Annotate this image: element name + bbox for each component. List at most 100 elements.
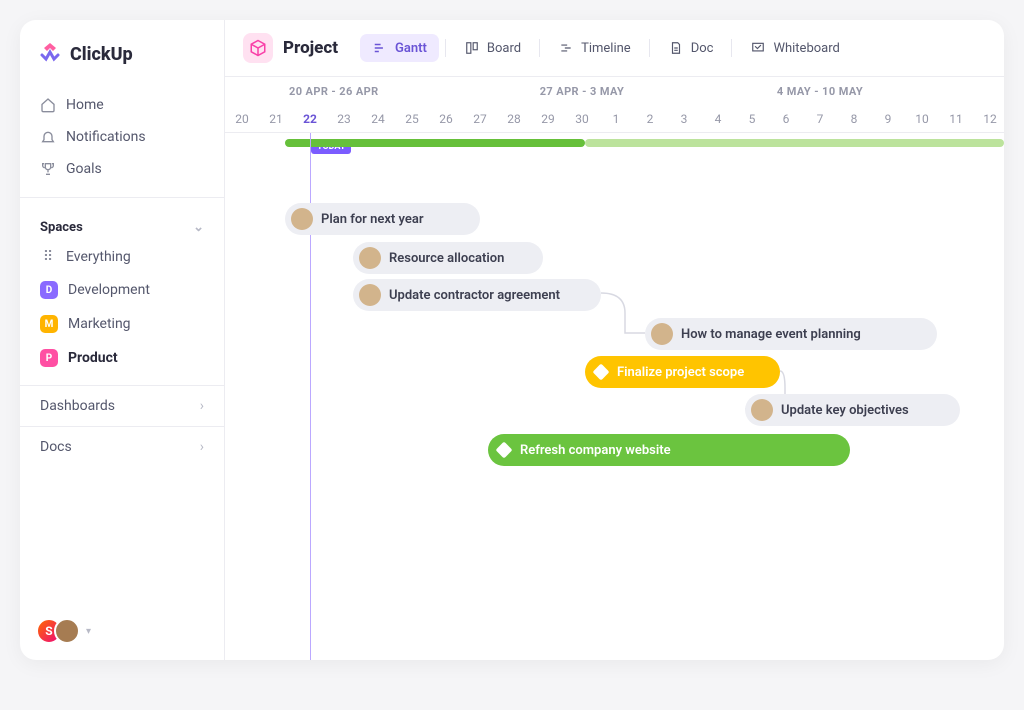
view-tabs: Gantt Board Timeline Doc [360,34,852,62]
task-label: How to manage event planning [681,327,861,342]
task-label: Finalize project scope [617,365,744,380]
project-title: Project [283,38,338,58]
task-bar[interactable]: Resource allocation [353,242,543,274]
day-cell: 30 [565,106,599,132]
task-bar[interactable]: Refresh company website [488,434,850,466]
menu-label: Dashboards [40,398,115,414]
day-cell: 9 [871,106,905,132]
chevron-right-icon: › [200,439,204,455]
clickup-logo-icon [38,40,62,69]
nav-goals[interactable]: Goals [34,153,210,185]
week-cell: 20 APR - 26 APR [225,77,463,106]
day-cell: 27 [463,106,497,132]
separator [731,39,732,57]
menu-label: Docs [40,439,72,455]
avatar [359,284,381,306]
topbar: Project Gantt Board Timeline [225,20,1004,77]
day-cell: 29 [531,106,565,132]
tab-whiteboard[interactable]: Whiteboard [738,34,851,62]
space-label: Everything [66,249,131,265]
space-label: Product [68,350,118,366]
week-row: 20 APR - 26 APR 27 APR - 3 MAY 4 MAY - 1… [225,77,1004,106]
task-label: Refresh company website [520,443,671,458]
week-cell: 4 MAY - 10 MAY [701,77,939,106]
day-cell: 11 [939,106,973,132]
gantt-icon [372,40,388,56]
space-development[interactable]: D Development [20,273,224,307]
doc-icon [668,40,684,56]
space-marketing[interactable]: M Marketing [20,307,224,341]
tab-gantt[interactable]: Gantt [360,34,439,62]
sidebar: ClickUp Home Notifications Goals Spaces … [20,20,225,660]
day-cell: 10 [905,106,939,132]
tab-board[interactable]: Board [452,34,533,62]
day-cell: 7 [803,106,837,132]
separator [539,39,540,57]
space-badge: M [40,315,58,333]
progress-remaining [585,139,1004,147]
spaces-header[interactable]: Spaces ⌄ [20,206,224,241]
task-bar[interactable]: Update key objectives [745,394,960,426]
day-cell: 12 [973,106,1004,132]
task-bar[interactable]: Plan for next year [285,203,480,235]
day-cell: 1 [599,106,633,132]
brand-logo: ClickUp [20,40,224,85]
main-area: Project Gantt Board Timeline [225,20,1004,660]
tab-label: Board [487,41,521,56]
timeline-header: 20 APR - 26 APR 27 APR - 3 MAY 4 MAY - 1… [225,77,1004,133]
tab-label: Gantt [395,41,427,56]
task-bar[interactable]: Finalize project scope [585,356,780,388]
space-everything[interactable]: ⠿ Everything [20,241,224,273]
user-cluster[interactable]: S ▾ [20,602,224,660]
home-icon [40,97,56,113]
milestone-icon [496,442,513,459]
nav-label: Notifications [66,129,146,145]
box-icon [243,33,273,63]
day-cell: 3 [667,106,701,132]
divider [20,197,224,198]
app-window: ClickUp Home Notifications Goals Spaces … [20,20,1004,660]
space-label: Marketing [68,316,131,332]
week-cell: 27 APR - 3 MAY [463,77,701,106]
tab-label: Timeline [581,41,631,56]
milestone-icon [593,364,610,381]
separator [445,39,446,57]
tab-timeline[interactable]: Timeline [546,34,643,62]
brand-name: ClickUp [70,44,133,65]
day-cell: 2 [633,106,667,132]
day-cell: 8 [837,106,871,132]
day-cell: 23 [327,106,361,132]
menu-dashboards[interactable]: Dashboards › [20,385,224,426]
nav-notifications[interactable]: Notifications [34,121,210,153]
tab-label: Doc [691,41,714,56]
avatar [751,399,773,421]
separator [649,39,650,57]
spaces-title: Spaces [40,220,83,235]
day-cell: 6 [769,106,803,132]
day-cell: 24 [361,106,395,132]
avatar [651,323,673,345]
avatar [291,208,313,230]
chevron-right-icon: › [200,398,204,414]
project-chip[interactable]: Project [243,33,338,63]
day-cell: 26 [429,106,463,132]
day-cell: 28 [497,106,531,132]
chevron-down-icon: ⌄ [193,220,204,235]
timeline-icon [558,40,574,56]
task-label: Resource allocation [389,251,504,266]
trophy-icon [40,161,56,177]
task-bar[interactable]: Update contractor agreement [353,279,601,311]
task-label: Update contractor agreement [389,288,560,303]
task-bar[interactable]: How to manage event planning [645,318,937,350]
grid-icon: ⠿ [40,249,56,265]
tab-doc[interactable]: Doc [656,34,726,62]
task-label: Update key objectives [781,403,909,418]
day-cell: 5 [735,106,769,132]
gantt-canvas[interactable]: Plan for next year Resource allocation Upd… [225,133,1004,660]
menu-docs[interactable]: Docs › [20,426,224,467]
day-cell: 22 [293,106,327,132]
day-cell: 21 [259,106,293,132]
task-label: Plan for next year [321,212,424,227]
space-product[interactable]: P Product [20,341,224,375]
nav-home[interactable]: Home [34,89,210,121]
